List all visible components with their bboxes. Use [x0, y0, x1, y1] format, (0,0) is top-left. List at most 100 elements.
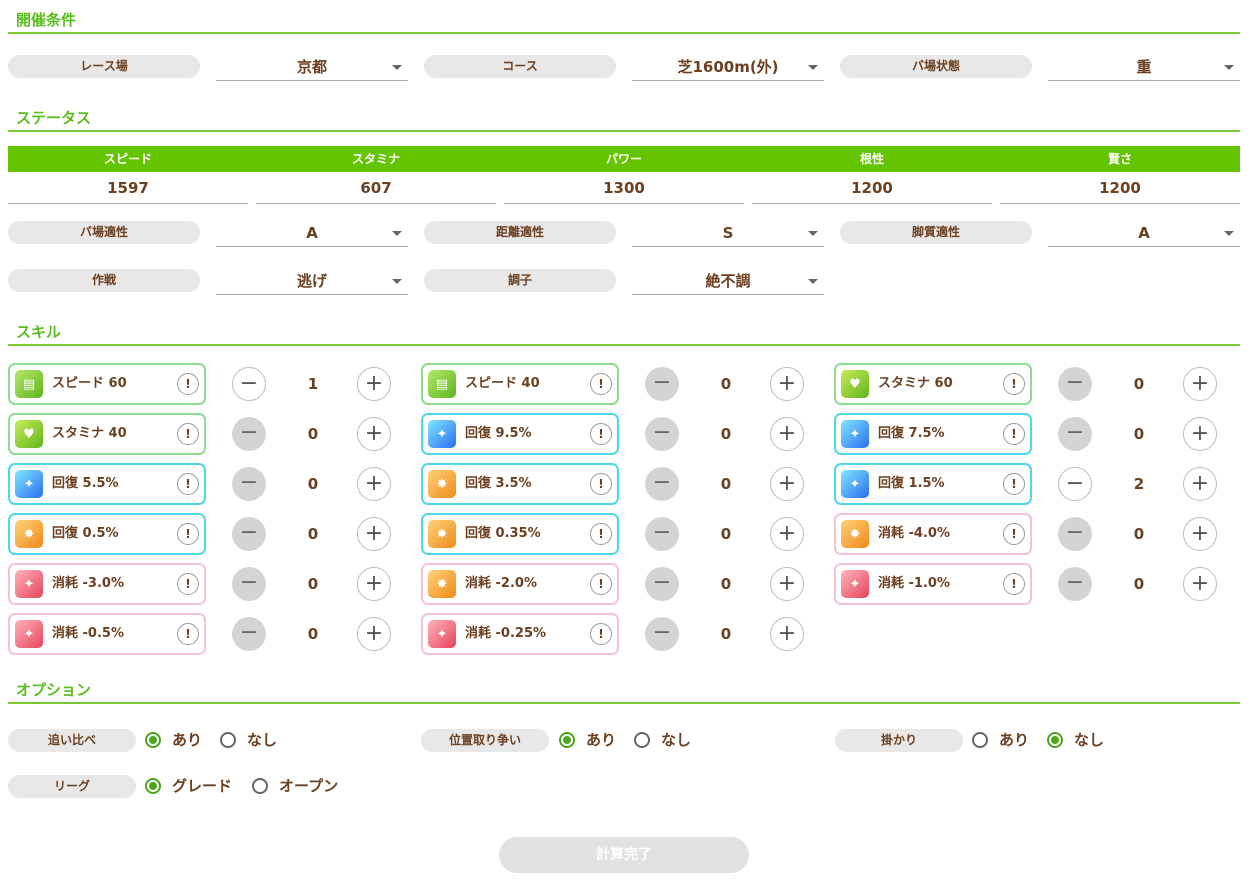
condition-select[interactable]: 絶不調	[632, 269, 824, 295]
racecourse-select[interactable]: 京都	[216, 55, 408, 81]
pace-no-radio[interactable]	[1047, 732, 1063, 748]
speed-input[interactable]: 1597	[8, 174, 248, 204]
decrement-button[interactable]: −	[1058, 567, 1092, 601]
league-open-label[interactable]: オープン	[279, 776, 338, 796]
league-grade-radio[interactable]	[145, 778, 161, 794]
increment-button[interactable]: +	[357, 567, 391, 601]
ground-select[interactable]: 重	[1048, 55, 1240, 81]
guts-input[interactable]: 1200	[752, 174, 992, 204]
skill-card: ♥ スタミナ 40!	[8, 413, 206, 455]
increment-button[interactable]: +	[357, 467, 391, 501]
sparkle-red-icon: ✦	[15, 620, 43, 648]
decrement-button[interactable]: −	[232, 417, 266, 451]
chase-no-label[interactable]: なし	[247, 730, 277, 750]
increment-button[interactable]: +	[357, 417, 391, 451]
skill-name: スタミナ 40	[52, 426, 127, 441]
league-open-radio[interactable]	[252, 778, 268, 794]
increment-button[interactable]: +	[357, 367, 391, 401]
decrement-button[interactable]: −	[645, 567, 679, 601]
increment-button[interactable]: +	[1183, 467, 1217, 501]
style-aptitude-label: 脚質適性	[840, 221, 1032, 244]
info-icon[interactable]: !	[590, 373, 612, 395]
league-grade-label[interactable]: グレード	[172, 776, 232, 796]
decrement-button[interactable]: −	[645, 417, 679, 451]
increment-button[interactable]: +	[770, 367, 804, 401]
decrement-button[interactable]: −	[1058, 367, 1092, 401]
chase-label: 追い比べ	[8, 729, 136, 752]
decrement-button[interactable]: −	[645, 467, 679, 501]
decrement-button[interactable]: −	[645, 367, 679, 401]
increment-button[interactable]: +	[1183, 567, 1217, 601]
position-yes-radio[interactable]	[559, 732, 575, 748]
position-yes-label[interactable]: あり	[586, 730, 616, 750]
power-input[interactable]: 1300	[504, 174, 744, 204]
chase-no-radio[interactable]	[220, 732, 236, 748]
skill-name: 回復 0.35%	[465, 526, 541, 541]
skill-count: 0	[1133, 425, 1145, 443]
info-icon[interactable]: !	[590, 573, 612, 595]
decrement-button[interactable]: −	[232, 517, 266, 551]
position-no-label[interactable]: なし	[661, 730, 691, 750]
info-icon[interactable]: !	[177, 373, 199, 395]
course-select[interactable]: 芝1600m(外)	[632, 55, 824, 81]
decrement-button[interactable]: −	[232, 367, 266, 401]
info-icon[interactable]: !	[177, 623, 199, 645]
status-header-power: パワー	[605, 152, 642, 166]
info-icon[interactable]: !	[590, 423, 612, 445]
decrement-button[interactable]: −	[645, 617, 679, 651]
info-icon[interactable]: !	[177, 423, 199, 445]
info-icon[interactable]: !	[177, 523, 199, 545]
chase-yes-label[interactable]: あり	[172, 730, 202, 750]
info-icon[interactable]: !	[1003, 423, 1025, 445]
ground-aptitude-select[interactable]: A	[216, 221, 408, 247]
info-icon[interactable]: !	[177, 473, 199, 495]
style-aptitude-select[interactable]: A	[1048, 221, 1240, 247]
calculate-button[interactable]: 計算完了	[499, 837, 749, 873]
info-icon[interactable]: !	[1003, 473, 1025, 495]
strategy-select[interactable]: 逃げ	[216, 269, 408, 295]
increment-button[interactable]: +	[770, 517, 804, 551]
chevron-down-icon	[808, 279, 818, 284]
skill-name: スピード 40	[465, 376, 540, 391]
increment-button[interactable]: +	[770, 567, 804, 601]
pace-yes-radio[interactable]	[972, 732, 988, 748]
increment-button[interactable]: +	[1183, 367, 1217, 401]
skill-count: 0	[307, 625, 319, 643]
info-icon[interactable]: !	[590, 623, 612, 645]
increment-button[interactable]: +	[1183, 517, 1217, 551]
position-no-radio[interactable]	[634, 732, 650, 748]
skill-card: ✸ 回復 3.5%!	[421, 463, 619, 505]
wisdom-input[interactable]: 1200	[1000, 174, 1240, 204]
info-icon[interactable]: !	[1003, 523, 1025, 545]
increment-button[interactable]: +	[357, 517, 391, 551]
increment-button[interactable]: +	[1183, 417, 1217, 451]
info-icon[interactable]: !	[590, 473, 612, 495]
skill-card: ✦ 回復 9.5%!	[421, 413, 619, 455]
increment-button[interactable]: +	[357, 617, 391, 651]
decrement-button[interactable]: −	[1058, 467, 1092, 501]
decrement-button[interactable]: −	[232, 467, 266, 501]
runner-icon: ✸	[428, 470, 456, 498]
info-icon[interactable]: !	[590, 523, 612, 545]
increment-button[interactable]: +	[770, 467, 804, 501]
pace-no-label[interactable]: なし	[1074, 730, 1104, 750]
skill-count: 0	[720, 425, 732, 443]
increment-button[interactable]: +	[770, 417, 804, 451]
status-header-wisdom: 賢さ	[1107, 152, 1132, 166]
pace-yes-label[interactable]: あり	[999, 730, 1029, 750]
info-icon[interactable]: !	[1003, 573, 1025, 595]
heart-icon: ♥	[841, 370, 869, 398]
decrement-button[interactable]: −	[232, 617, 266, 651]
decrement-button[interactable]: −	[1058, 517, 1092, 551]
racecourse-label: レース場	[8, 55, 200, 78]
stamina-input[interactable]: 607	[256, 174, 496, 204]
decrement-button[interactable]: −	[645, 517, 679, 551]
decrement-button[interactable]: −	[232, 567, 266, 601]
chase-yes-radio[interactable]	[145, 732, 161, 748]
info-icon[interactable]: !	[1003, 373, 1025, 395]
increment-button[interactable]: +	[770, 617, 804, 651]
info-icon[interactable]: !	[177, 573, 199, 595]
speed-card-icon: ▤	[428, 370, 456, 398]
distance-aptitude-select[interactable]: S	[632, 221, 824, 247]
decrement-button[interactable]: −	[1058, 417, 1092, 451]
